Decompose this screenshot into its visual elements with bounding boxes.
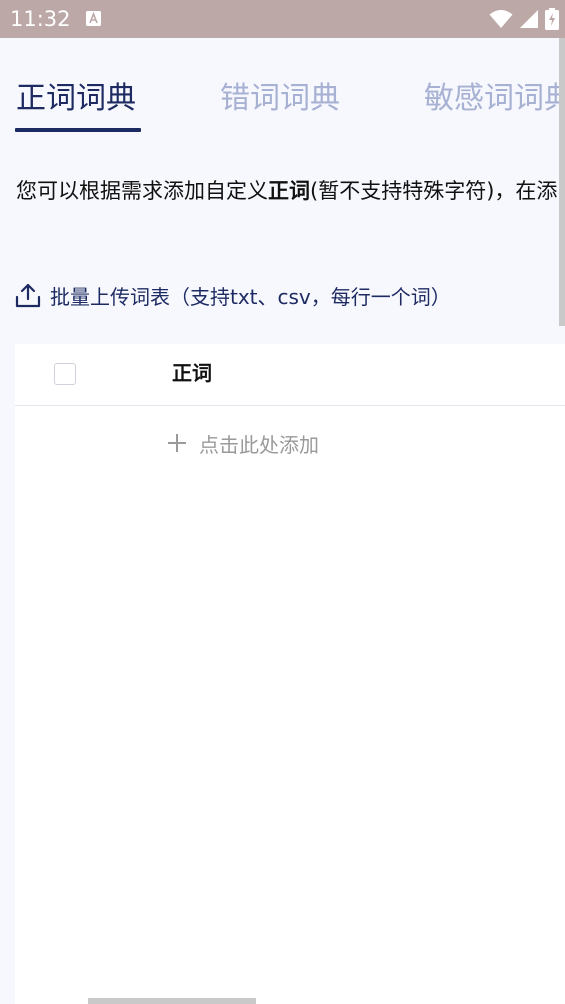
status-icons bbox=[489, 7, 559, 31]
tab-wrong-words[interactable]: 错词词典 bbox=[220, 78, 340, 120]
app-screen: 11:32 正词词典 错词词典 敏感词词典 您可以根据需求添加自定义正词(暂不支… bbox=[0, 0, 565, 1004]
battery-charging-icon bbox=[545, 8, 559, 30]
status-time: 11:32 bbox=[10, 7, 71, 31]
table-header: 正词 bbox=[15, 344, 565, 406]
description-before: 您可以根据需求添加自定义 bbox=[16, 179, 268, 203]
plus-icon bbox=[168, 434, 186, 452]
description-text: 您可以根据需求添加自定义正词(暂不支持特殊字符)，在添 bbox=[16, 176, 565, 206]
batch-upload-button[interactable]: 批量上传词表（支持txt、csv，每行一个词） bbox=[15, 280, 451, 310]
description-bold: 正词 bbox=[268, 179, 310, 203]
upload-icon bbox=[15, 283, 41, 308]
dictionary-tabs: 正词词典 错词词典 敏感词词典 bbox=[0, 38, 565, 134]
wifi-icon bbox=[489, 10, 513, 28]
batch-upload-label: 批量上传词表（支持txt、csv，每行一个词） bbox=[50, 284, 451, 309]
add-word-label: 点击此处添加 bbox=[199, 432, 319, 457]
select-all-checkbox[interactable] bbox=[54, 363, 76, 385]
tab-sensitive-words[interactable]: 敏感词词典 bbox=[424, 78, 565, 120]
column-header-word: 正词 bbox=[172, 361, 212, 385]
description-after: (暂不支持特殊字符)，在添 bbox=[310, 179, 558, 203]
vertical-scrollbar[interactable] bbox=[559, 38, 565, 326]
tab-positive-words[interactable]: 正词词典 bbox=[16, 78, 136, 120]
signal-icon bbox=[520, 10, 538, 28]
horizontal-scrollbar[interactable] bbox=[88, 998, 256, 1004]
word-table: 正词 点击此处添加 bbox=[15, 344, 565, 1004]
status-bar: 11:32 bbox=[0, 0, 565, 38]
add-word-button[interactable]: 点击此处添加 bbox=[167, 428, 319, 458]
a-box-icon bbox=[86, 11, 101, 26]
active-tab-indicator bbox=[15, 128, 141, 132]
